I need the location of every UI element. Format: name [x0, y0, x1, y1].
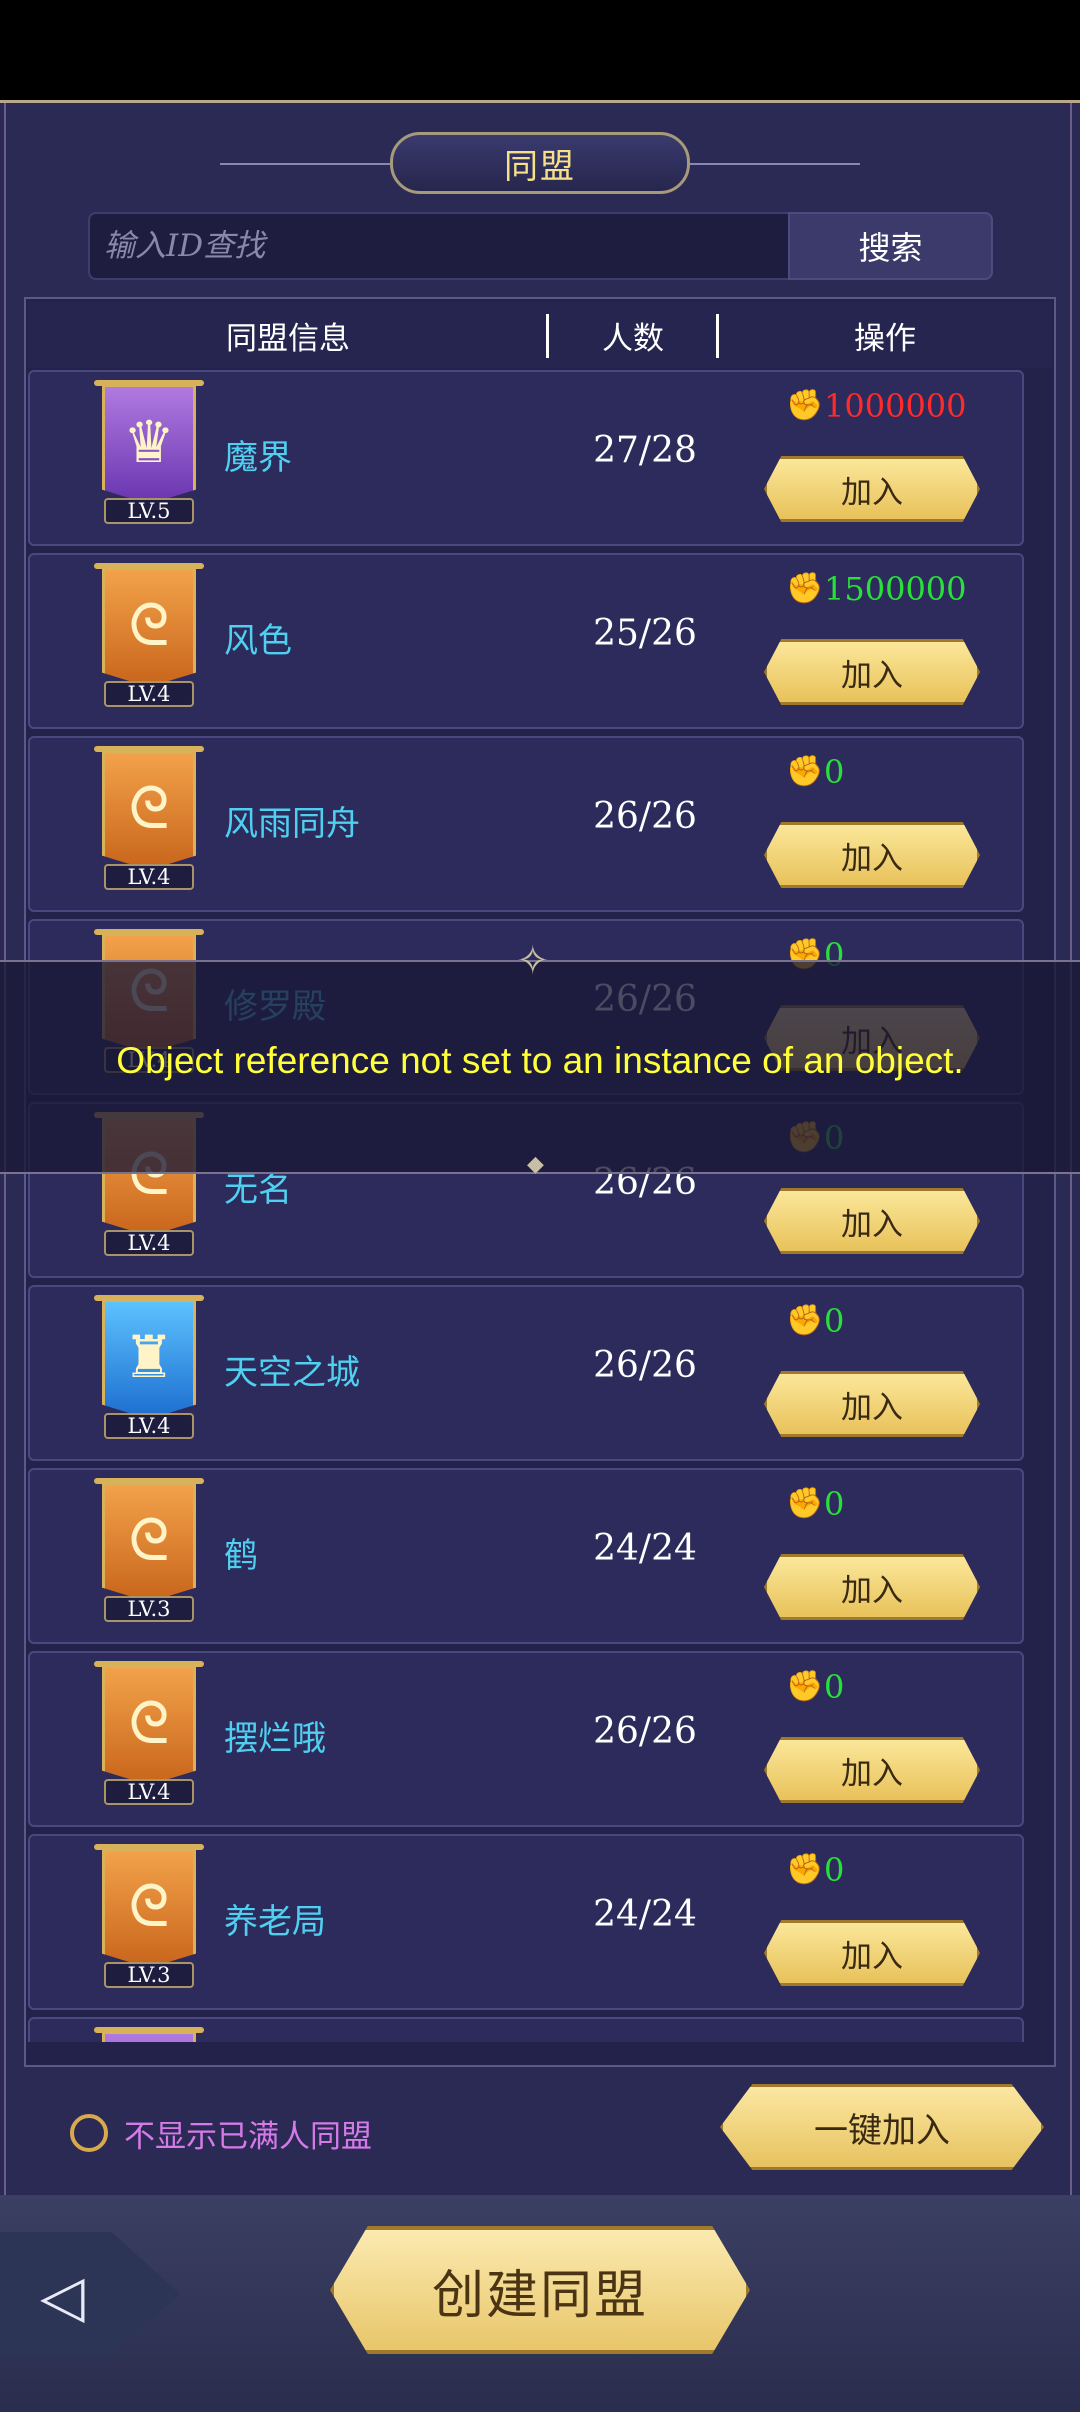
back-arrow-icon[interactable]: ◁ — [40, 2262, 85, 2330]
alliance-emblem: ᘓ LV.4 — [94, 563, 204, 713]
level-badge: LV.4 — [104, 864, 194, 890]
header-action: 操作 — [854, 320, 916, 357]
tower-icon: ♜ — [123, 1323, 175, 1391]
search-input[interactable]: 输入ID查找 — [88, 212, 788, 280]
join-button[interactable]: 加入 — [764, 1737, 980, 1803]
power-value: 0 — [824, 1302, 845, 1340]
one-key-join-button[interactable]: 一键加入 — [720, 2084, 1044, 2170]
list-header: 同盟信息 人数 操作 — [28, 302, 1052, 368]
power-value: 0 — [824, 753, 845, 791]
dragon-icon: ᘓ — [128, 1872, 170, 1940]
level-badge: LV.4 — [104, 1413, 194, 1439]
level-badge: LV.4 — [104, 1779, 194, 1805]
alliance-name: 摆烂哦 — [224, 1719, 326, 1759]
header-members: 人数 — [602, 320, 664, 357]
alliance-row: ᘓ LV.4 风色 25/26 ✊ 1500000 加入 — [28, 553, 1024, 729]
title-bar: 同盟 — [220, 130, 860, 200]
power-requirement: ✊ 1500000 — [786, 569, 967, 609]
error-message: Object reference not set to an instance … — [116, 1040, 964, 1081]
alliance-name: 风色 — [224, 621, 292, 661]
page-title: 同盟 — [504, 146, 576, 187]
alliance-row: ♛ LV.5 魔界 27/28 ✊ 1000000 加入 — [28, 370, 1024, 546]
alliance-emblem: ᘓ LV.3 — [94, 1478, 204, 1628]
alliance-emblem: ♛ LV.5 — [94, 380, 204, 530]
join-button[interactable]: 加入 — [764, 456, 980, 522]
alliance-emblem: ᘓ LV.4 — [94, 1661, 204, 1811]
power-value: 1000000 — [824, 387, 967, 425]
power-requirement: ✊ 0 — [786, 752, 844, 792]
create-alliance-button[interactable]: 创建同盟 — [330, 2226, 750, 2354]
diamond-ornament-icon: ◆ — [527, 1152, 544, 1177]
power-value: 1500000 — [824, 570, 967, 608]
join-button[interactable]: 加入 — [764, 822, 980, 888]
alliance-name: 魔界 — [224, 438, 292, 478]
power-requirement: ✊ 0 — [786, 1484, 844, 1524]
fist-icon: ✊ — [786, 1303, 824, 1338]
power-value: 0 — [824, 1851, 845, 1889]
alliance-name: 鹤 — [224, 1536, 258, 1576]
alliance-name: 风雨同舟 — [224, 804, 360, 844]
join-button[interactable]: 加入 — [764, 1371, 980, 1437]
alliance-row-partial — [28, 2017, 1024, 2042]
fist-icon: ✊ — [786, 571, 824, 606]
alliance-row: ᘓ LV.4 风雨同舟 26/26 ✊ 0 加入 — [28, 736, 1024, 912]
power-requirement: ✊ 1000000 — [786, 386, 967, 426]
alliance-emblem: ᘓ LV.4 — [94, 746, 204, 896]
dragon-icon: ᘓ — [128, 1506, 170, 1574]
level-badge: LV.3 — [104, 1596, 194, 1622]
alliance-emblem: ᘓ LV.3 — [94, 1844, 204, 1994]
alliance-name: 天空之城 — [224, 1353, 360, 1393]
checkbox-icon[interactable] — [70, 2114, 108, 2152]
join-button[interactable]: 加入 — [764, 639, 980, 705]
dragon-icon: ᘓ — [128, 591, 170, 659]
status-bar — [0, 0, 1080, 100]
dragon-icon: ᘓ — [128, 1689, 170, 1757]
fist-icon: ✊ — [786, 754, 824, 789]
banner-icon — [102, 2031, 196, 2042]
search-button[interactable]: 搜索 — [788, 212, 993, 280]
power-requirement: ✊ 0 — [786, 1850, 844, 1890]
alliance-row: ♜ LV.4 天空之城 26/26 ✊ 0 加入 — [28, 1285, 1024, 1461]
alliance-list[interactable]: ♛ LV.5 魔界 27/28 ✊ 1000000 加入 ᘓ LV.4 风色 2… — [28, 370, 1030, 2042]
power-value: 0 — [824, 1485, 845, 1523]
power-requirement: ✊ 0 — [786, 1301, 844, 1341]
alliance-row: ᘓ LV.3 鹤 24/24 ✊ 0 加入 — [28, 1468, 1024, 1644]
diamond-ornament-icon: ✧ — [516, 938, 550, 984]
alliance-emblem — [94, 2027, 204, 2042]
hide-full-toggle[interactable]: 不显示已满人同盟 — [70, 2108, 372, 2158]
fist-icon: ✊ — [786, 1669, 824, 1704]
member-count: 26/26 — [593, 1711, 697, 1752]
crest-icon: ♛ — [123, 408, 175, 476]
alliance-emblem: ♜ LV.4 — [94, 1295, 204, 1445]
fist-icon: ✊ — [786, 1486, 824, 1521]
fist-icon: ✊ — [786, 1852, 824, 1887]
fist-icon: ✊ — [786, 388, 824, 423]
title-plaque: 同盟 — [390, 132, 690, 194]
alliance-name: 养老局 — [224, 1902, 326, 1942]
hide-full-label: 不显示已满人同盟 — [124, 2118, 372, 2155]
member-count: 26/26 — [593, 1345, 697, 1386]
header-info: 同盟信息 — [226, 320, 350, 357]
join-button[interactable]: 加入 — [764, 1920, 980, 1986]
power-requirement: ✊ 0 — [786, 1667, 844, 1707]
level-badge: LV.4 — [104, 681, 194, 707]
level-badge: LV.5 — [104, 498, 194, 524]
member-count: 24/24 — [593, 1528, 697, 1569]
dragon-icon: ᘓ — [128, 774, 170, 842]
level-badge: LV.4 — [104, 1230, 194, 1256]
alliance-row: ᘓ LV.4 摆烂哦 26/26 ✊ 0 加入 — [28, 1651, 1024, 1827]
error-toast: ✧ Object reference not set to an instanc… — [0, 938, 1080, 1177]
level-badge: LV.3 — [104, 1962, 194, 1988]
member-count: 27/28 — [593, 430, 697, 471]
join-button[interactable]: 加入 — [764, 1554, 980, 1620]
power-value: 0 — [824, 1668, 845, 1706]
member-count: 25/26 — [593, 613, 697, 654]
member-count: 26/26 — [593, 796, 697, 837]
alliance-row: ᘓ LV.3 养老局 24/24 ✊ 0 加入 — [28, 1834, 1024, 2010]
member-count: 24/24 — [593, 1894, 697, 1935]
join-button[interactable]: 加入 — [764, 1188, 980, 1254]
